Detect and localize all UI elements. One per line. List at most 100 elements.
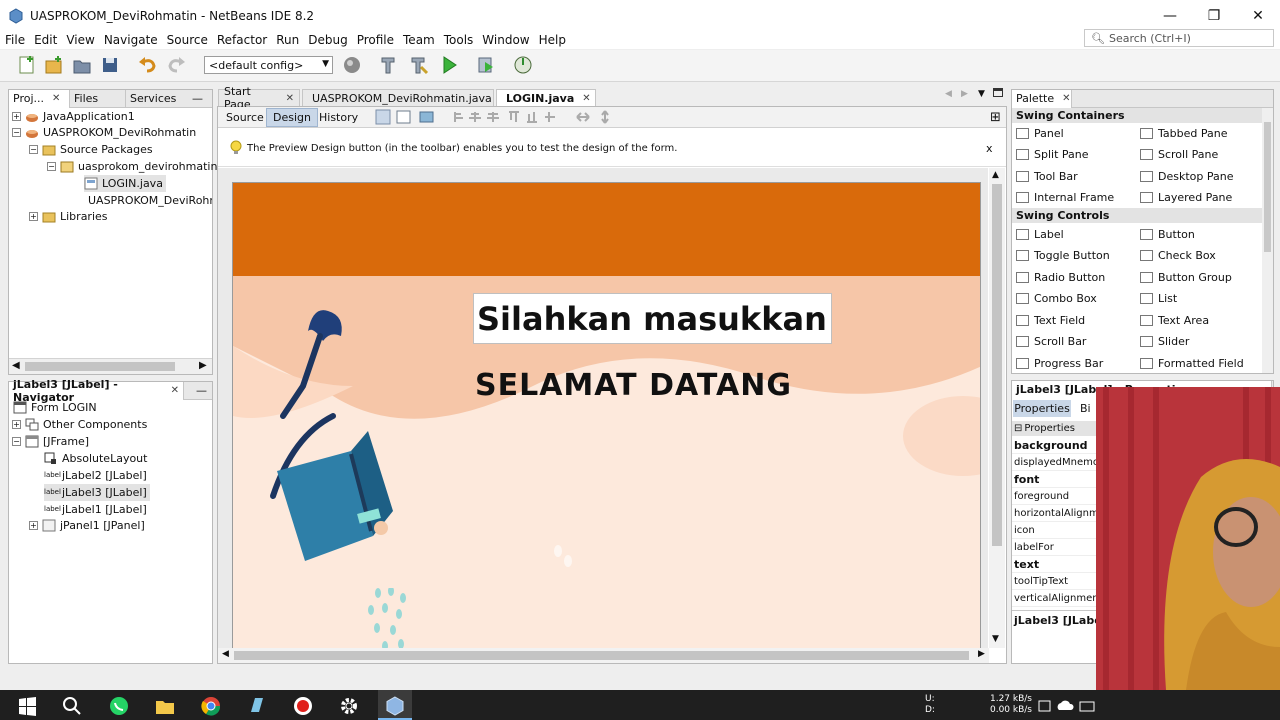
- expand-icon[interactable]: +: [29, 212, 38, 221]
- expand-icon[interactable]: +: [12, 420, 21, 429]
- menu-team[interactable]: Team: [403, 33, 435, 47]
- run-icon[interactable]: [438, 54, 460, 76]
- windows-start-icon[interactable]: [16, 695, 38, 717]
- palette-button-item[interactable]: Button: [1140, 225, 1195, 243]
- canvas-vertical-scrollbar[interactable]: ▲ ▼: [989, 168, 1005, 648]
- cloud-icon[interactable]: [1054, 695, 1076, 717]
- palette-formatted-field-item[interactable]: Formatted Field: [1140, 354, 1244, 372]
- menu-help[interactable]: Help: [539, 33, 566, 47]
- palette-desktop-pane-item[interactable]: Desktop Pane: [1140, 167, 1233, 185]
- whatsapp-icon[interactable]: [108, 695, 130, 717]
- debug-icon[interactable]: [475, 54, 497, 76]
- open-project-icon[interactable]: [71, 54, 93, 76]
- tab-services[interactable]: Services: [126, 90, 184, 108]
- palette-section-controls[interactable]: Swing Controls: [1012, 208, 1262, 223]
- chrome-icon[interactable]: [200, 695, 222, 717]
- scroll-thumb[interactable]: [234, 651, 969, 660]
- collapse-icon[interactable]: −: [12, 437, 21, 446]
- menu-edit[interactable]: Edit: [34, 33, 57, 47]
- collapse-icon[interactable]: −: [47, 162, 56, 171]
- scroll-right-icon[interactable]: ▶: [978, 649, 985, 659]
- maximize-editor-icon[interactable]: [993, 88, 1003, 97]
- collapse-icon[interactable]: ⊟: [1014, 423, 1022, 434]
- palette-scroll-bar-item[interactable]: Scroll Bar: [1016, 332, 1086, 350]
- tree-item-javaapplication1[interactable]: + JavaApplication1: [12, 108, 135, 125]
- menu-run[interactable]: Run: [276, 33, 299, 47]
- netbeans-icon[interactable]: [384, 695, 406, 717]
- save-all-icon[interactable]: [100, 54, 122, 76]
- build-hammer-icon[interactable]: [377, 54, 399, 76]
- menu-navigate[interactable]: Navigate: [104, 33, 158, 47]
- palette-list-item[interactable]: List: [1140, 289, 1177, 307]
- expand-icon[interactable]: +: [29, 521, 38, 530]
- palette-toggle-icon[interactable]: ⊞: [990, 110, 1001, 125]
- tab-palette[interactable]: Palette ✕: [1012, 89, 1072, 108]
- palette-text-area-item[interactable]: Text Area: [1140, 311, 1209, 329]
- nav-jlabel1[interactable]: label jLabel1 [JLabel]: [44, 501, 147, 518]
- palette-check-box-item[interactable]: Check Box: [1140, 246, 1216, 264]
- menu-debug[interactable]: Debug: [308, 33, 347, 47]
- tree-item-libraries[interactable]: + Libraries: [29, 208, 108, 225]
- globe-icon[interactable]: [341, 54, 363, 76]
- menu-profile[interactable]: Profile: [357, 33, 394, 47]
- prop-background[interactable]: background: [1012, 437, 1096, 454]
- scroll-right-icon[interactable]: ▶: [199, 360, 207, 371]
- minimize-panel-icon[interactable]: —: [192, 92, 203, 105]
- nav-other-components[interactable]: + Other Components: [12, 416, 147, 433]
- settings-gear-icon[interactable]: [338, 695, 360, 717]
- tree-item-main-java[interactable]: UASPROKOM_DeviRohm: [84, 192, 212, 209]
- scroll-down-icon[interactable]: ▼: [992, 634, 999, 644]
- nav-jpanel1[interactable]: + jPanel1 [JPanel]: [29, 517, 145, 534]
- prop-icon[interactable]: icon: [1012, 522, 1096, 539]
- tab-login-java[interactable]: LOGIN.java ✕: [496, 89, 596, 106]
- prop-text[interactable]: text: [1012, 556, 1096, 573]
- palette-combo-box-item[interactable]: Combo Box: [1016, 289, 1097, 307]
- prop-font[interactable]: font: [1012, 471, 1096, 488]
- projects-scrollbar[interactable]: ◀ ▶: [9, 358, 212, 374]
- palette-panel-item[interactable]: Panel: [1016, 124, 1064, 142]
- collapse-icon[interactable]: −: [12, 128, 21, 137]
- palette-progress-bar-item[interactable]: Progress Bar: [1016, 354, 1103, 372]
- new-file-icon[interactable]: [16, 54, 38, 76]
- palette-internal-frame-item[interactable]: Internal Frame: [1016, 188, 1114, 206]
- palette-scrollbar[interactable]: [1262, 108, 1273, 373]
- clean-build-icon[interactable]: [407, 54, 429, 76]
- nav-absolutelayout[interactable]: AbsoluteLayout: [44, 450, 147, 467]
- properties-subtab[interactable]: Properties: [1013, 400, 1071, 417]
- collapse-icon[interactable]: −: [29, 145, 38, 154]
- screen-recorder-icon[interactable]: [292, 695, 314, 717]
- palette-split-pane-item[interactable]: Split Pane: [1016, 145, 1089, 163]
- tab-files[interactable]: Files: [70, 89, 126, 108]
- tab-list-icon[interactable]: ▼: [978, 89, 985, 99]
- nav-jframe[interactable]: − [JFrame]: [12, 433, 89, 450]
- close-icon[interactable]: ✕: [582, 93, 590, 104]
- search-icon[interactable]: [61, 695, 83, 717]
- close-icon[interactable]: ✕: [171, 385, 179, 396]
- properties-section-header[interactable]: ⊟ Properties: [1012, 421, 1096, 436]
- close-icon[interactable]: ✕: [286, 93, 294, 104]
- network-icon[interactable]: [1076, 695, 1098, 717]
- prop-vertical-alignment[interactable]: verticalAlignment: [1012, 590, 1096, 607]
- scroll-thumb[interactable]: [1264, 122, 1271, 252]
- palette-button-group-item[interactable]: Button Group: [1140, 268, 1232, 286]
- minimize-panel-icon[interactable]: —: [196, 384, 207, 397]
- close-icon[interactable]: ✕: [52, 93, 60, 104]
- undo-icon[interactable]: [137, 54, 159, 76]
- palette-section-containers[interactable]: Swing Containers: [1012, 108, 1262, 123]
- canvas-horizontal-scrollbar[interactable]: ◀ ▶: [218, 648, 989, 663]
- scroll-thumb[interactable]: [992, 184, 1002, 546]
- prop-tooltip-text[interactable]: toolTipText: [1012, 573, 1096, 590]
- tab-projects[interactable]: Proj... ✕: [9, 89, 70, 108]
- menu-view[interactable]: View: [66, 33, 94, 47]
- palette-radio-button-item[interactable]: Radio Button: [1016, 268, 1105, 286]
- palette-slider-item[interactable]: Slider: [1140, 332, 1189, 350]
- prop-foreground[interactable]: foreground: [1012, 488, 1096, 505]
- search-field[interactable]: 🔍︎ Search (Ctrl+I): [1084, 29, 1274, 47]
- menu-file[interactable]: File: [5, 33, 25, 47]
- expand-icon[interactable]: +: [12, 112, 21, 121]
- tree-item-login-java[interactable]: LOGIN.java: [84, 175, 166, 192]
- scroll-thumb[interactable]: [25, 362, 175, 371]
- tab-start-page[interactable]: Start Page ✕: [218, 85, 300, 111]
- menu-window[interactable]: Window: [482, 33, 529, 47]
- scroll-left-icon[interactable]: ◀: [12, 360, 20, 371]
